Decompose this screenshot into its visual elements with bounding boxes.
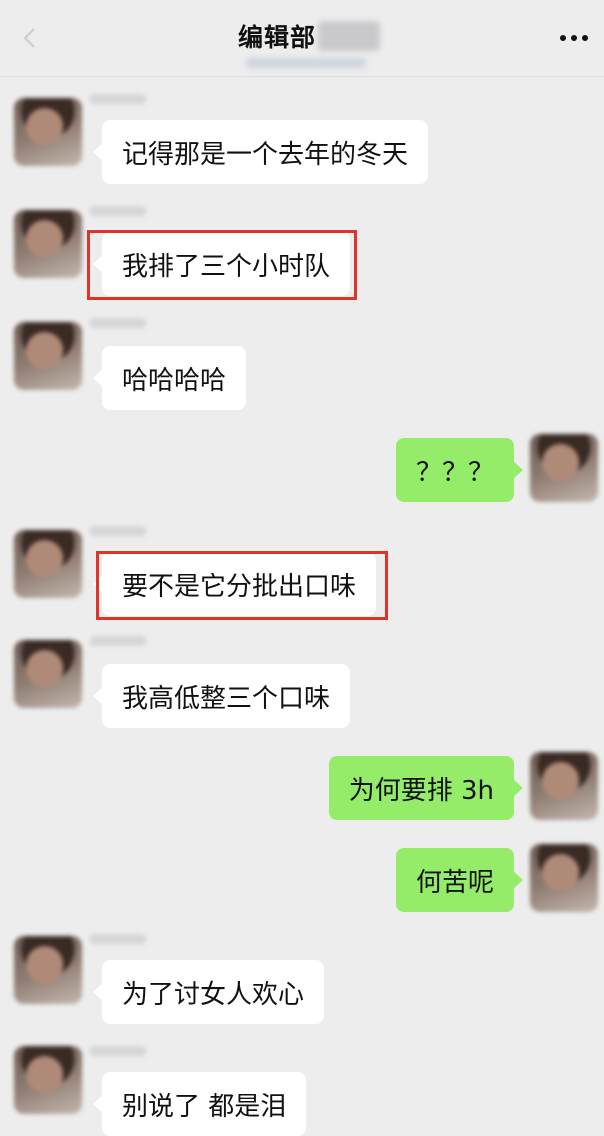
sender-avatar[interactable]: [14, 1046, 82, 1114]
message-bubble[interactable]: 记得那是一个去年的冬天: [92, 120, 429, 184]
message-text: 要不是它分批出口味: [122, 571, 357, 602]
message-bubble[interactable]: 为何要排 3h: [328, 756, 524, 820]
message-text: 记得那是一个去年的冬天: [122, 139, 409, 170]
blurred-sender-name: [90, 934, 146, 944]
my-avatar[interactable]: [530, 434, 598, 502]
blurred-sender-name: [90, 318, 146, 328]
blurred-sender-name: [90, 94, 146, 104]
chat-title-area: 编辑部: [238, 16, 381, 56]
more-options-icon[interactable]: [560, 28, 588, 48]
my-avatar[interactable]: [530, 752, 598, 820]
message-text: 哈哈哈哈: [122, 365, 227, 396]
message-text: ？？？: [415, 457, 494, 488]
message-text: 何苦呢: [415, 867, 494, 898]
chat-header: 编辑部: [0, 0, 604, 77]
message-text: 为了讨女人欢心: [122, 979, 305, 1010]
message-bubble[interactable]: 要不是它分批出口味: [92, 552, 377, 616]
message-bubble[interactable]: 我排了三个小时队: [92, 232, 351, 296]
blurred-title-suffix: [318, 21, 381, 51]
message-bubble[interactable]: 何苦呢: [395, 848, 524, 912]
message-bubble[interactable]: 哈哈哈哈: [92, 346, 247, 410]
blurred-sender-name: [90, 526, 146, 536]
blurred-sender-name: [90, 636, 146, 646]
back-arrow-icon[interactable]: [18, 26, 42, 50]
message-bubble[interactable]: 为了讨女人欢心: [92, 960, 325, 1024]
sender-avatar[interactable]: [14, 530, 82, 598]
message-bubble[interactable]: 我高低整三个口味: [92, 664, 351, 728]
sender-avatar[interactable]: [14, 936, 82, 1004]
message-text: 别说了 都是泪: [122, 1091, 287, 1122]
sender-avatar[interactable]: [14, 210, 82, 278]
blurred-sender-name: [90, 1046, 146, 1056]
sender-avatar[interactable]: [14, 640, 82, 708]
message-bubble[interactable]: 别说了 都是泪: [92, 1072, 307, 1136]
message-text: 为何要排 3h: [348, 775, 494, 806]
message-text: 我排了三个小时队: [122, 251, 331, 282]
message-bubble[interactable]: ？？？: [395, 438, 524, 502]
my-avatar[interactable]: [530, 844, 598, 912]
chat-title: 编辑部: [238, 23, 317, 52]
sender-avatar[interactable]: [14, 322, 82, 390]
blurred-subtitle: [246, 58, 366, 68]
sender-avatar[interactable]: [14, 98, 82, 166]
message-text: 我高低整三个口味: [122, 683, 331, 714]
blurred-sender-name: [90, 206, 146, 216]
